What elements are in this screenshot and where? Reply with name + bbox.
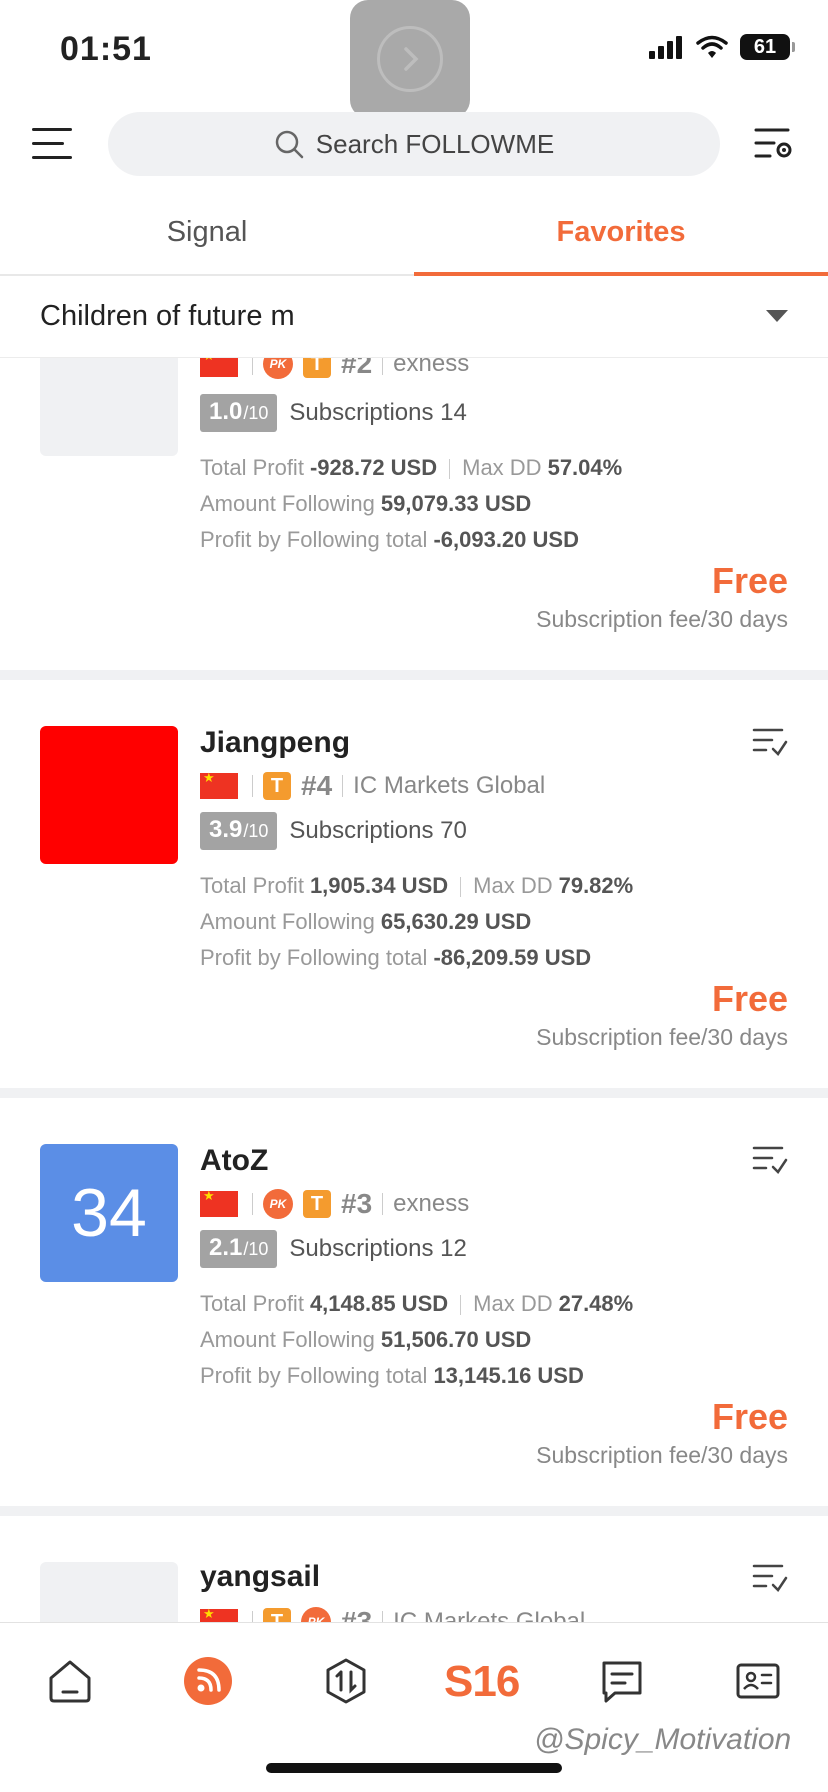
broker: exness <box>393 1190 470 1217</box>
search-input[interactable]: Search FOLLOWME <box>108 112 720 176</box>
china-flag-icon <box>200 1188 238 1217</box>
status-bar: 01:51 61 <box>0 0 828 118</box>
signal-card[interactable]: Jiangpeng T #4 IC Markets Global 3.9/10 … <box>0 680 828 1098</box>
feed-icon <box>184 1657 232 1705</box>
score-badge: 1.0/10 <box>200 394 278 432</box>
pk-badge-icon: PK <box>263 358 293 379</box>
search-icon <box>275 130 304 159</box>
bottom-nav: S16 @Spicy_Motivation <box>0 1622 828 1792</box>
status-icons: 61 <box>648 34 795 60</box>
add-to-list-icon[interactable] <box>752 1562 788 1592</box>
tab-bar: Signal Favorites <box>0 200 828 276</box>
nav-profile[interactable] <box>728 1651 788 1711</box>
fee-block: Free Subscription fee/30 days <box>536 560 788 633</box>
trader-name: yangsail <box>200 1560 321 1593</box>
status-time: 01:51 <box>60 30 152 68</box>
rank: #4 <box>301 770 333 801</box>
avatar <box>40 358 178 456</box>
pk-badge-icon: PK <box>263 1189 293 1219</box>
fee-value: Free <box>711 1396 788 1437</box>
subscriptions: Subscriptions 14 <box>289 399 467 426</box>
floating-action-button[interactable] <box>350 0 470 118</box>
badge-row: PK T #3 exness <box>200 1188 469 1220</box>
tab-signal[interactable]: Signal <box>0 216 414 249</box>
trader-badge-icon: T <box>303 358 331 378</box>
fee-block: Free Subscription fee/30 days <box>536 1396 788 1469</box>
app-screen: 01:51 61 Search FOLLOWME Signal Favorite… <box>0 0 828 1792</box>
nav-trade[interactable] <box>316 1651 376 1711</box>
fee-period: Subscription fee/30 days <box>536 1442 788 1468</box>
watermark: @Spicy_Motivation <box>534 1723 792 1756</box>
add-to-list-icon[interactable] <box>752 1144 788 1174</box>
subscriptions: Subscriptions 12 <box>289 1235 467 1262</box>
rank: #3 <box>341 1188 373 1219</box>
trader-name: Jiangpeng <box>200 726 351 759</box>
card-separator <box>0 670 828 680</box>
card-separator <box>0 1506 828 1516</box>
metrics: Total Profit 1,905.34 USD Max DD 79.82% Amo… <box>200 873 634 970</box>
signal-card[interactable]: PK T #2 exness 1.0/10 Subscriptions 14 T… <box>0 358 828 680</box>
active-tab-indicator <box>414 272 828 276</box>
signal-card[interactable]: 34 AtoZ PK T #3 exness 2.1/10 Subscripti… <box>0 1098 828 1516</box>
search-row: Search FOLLOWME <box>0 112 828 178</box>
rank: #2 <box>341 358 373 379</box>
tab-favorites[interactable]: Favorites <box>414 216 828 249</box>
home-indicator <box>266 1763 562 1773</box>
group-selector[interactable]: Children of future m <box>0 278 828 358</box>
rating-row: 1.0/10 Subscriptions 14 <box>200 394 467 432</box>
filter-settings-icon[interactable] <box>754 126 794 162</box>
signal-list: PK T #2 exness 1.0/10 Subscriptions 14 T… <box>0 358 828 1622</box>
menu-icon[interactable] <box>32 124 76 164</box>
profile-card-icon <box>736 1663 780 1699</box>
rating-row: 3.9/10 Subscriptions 70 <box>200 812 467 850</box>
wifi-icon <box>696 35 728 58</box>
search-placeholder: Search FOLLOWME <box>315 128 555 159</box>
china-flag-icon <box>200 1606 238 1622</box>
badge-row: T #4 IC Markets Global <box>200 770 545 802</box>
nav-s16[interactable]: S16 <box>444 1657 520 1707</box>
home-icon <box>49 1660 91 1703</box>
avatar: 34 <box>40 1144 178 1282</box>
chevron-right-icon <box>377 26 443 92</box>
rating-row: 2.1/10 Subscriptions 12 <box>200 1230 467 1268</box>
nav-feed[interactable] <box>178 1651 238 1711</box>
trade-icon <box>326 1658 366 1704</box>
cellular-signal-icon <box>649 36 682 59</box>
fee-value: Free <box>711 978 788 1019</box>
score-badge: 3.9/10 <box>200 812 278 850</box>
avatar <box>40 1562 178 1622</box>
metrics: Total Profit -928.72 USD Max DD 57.04% Amou… <box>200 455 623 552</box>
add-to-list-icon[interactable] <box>752 726 788 756</box>
battery-icon: 61 <box>740 34 795 60</box>
rank: #3 <box>341 1606 373 1622</box>
trader-name: AtoZ <box>200 1144 269 1177</box>
badge-row: PK T #2 exness <box>200 358 469 380</box>
metrics: Total Profit 4,148.85 USD Max DD 27.48% Amo… <box>200 1291 634 1388</box>
fee-block: Free Subscription fee/30 days <box>536 978 788 1051</box>
fee-period: Subscription fee/30 days <box>536 1024 788 1050</box>
china-flag-icon <box>200 358 238 377</box>
fee-value: Free <box>711 560 788 601</box>
broker: IC Markets Global <box>353 772 546 799</box>
trader-badge-icon: T <box>263 1608 291 1622</box>
trader-badge-icon: T <box>303 1190 331 1218</box>
trader-badge-icon: T <box>263 772 291 800</box>
avatar <box>40 726 178 864</box>
nav-home[interactable] <box>40 1651 100 1711</box>
score-badge: 2.1/10 <box>200 1230 278 1268</box>
broker: exness <box>393 358 470 377</box>
badge-row: T PK #3 IC Markets Global <box>200 1606 585 1622</box>
signal-card[interactable]: yangsail T PK #3 IC Markets Global <box>0 1516 828 1622</box>
nav-messages[interactable] <box>592 1651 652 1711</box>
dropdown-caret-icon <box>766 310 788 322</box>
broker: IC Markets Global <box>393 1608 586 1622</box>
subscriptions: Subscriptions 70 <box>289 817 467 844</box>
china-flag-icon <box>200 770 238 799</box>
pk-badge-icon: PK <box>301 1607 331 1622</box>
card-separator <box>0 1088 828 1098</box>
fee-period: Subscription fee/30 days <box>536 606 788 632</box>
group-selected-label: Children of future m <box>40 300 295 332</box>
message-icon <box>602 1661 642 1703</box>
